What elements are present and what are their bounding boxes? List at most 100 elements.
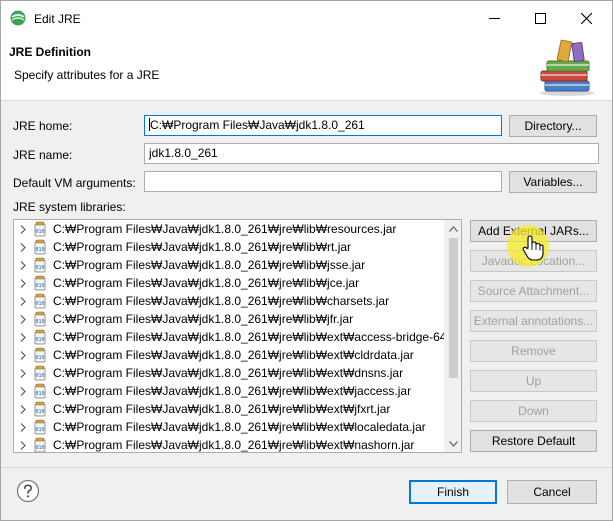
chevron-right-icon	[20, 350, 26, 360]
svg-text:010: 010	[35, 409, 44, 415]
external-annotations-button[interactable]: External annotations...	[470, 310, 597, 332]
maximize-icon	[534, 12, 546, 24]
close-button[interactable]	[563, 1, 609, 35]
jar-file-icon: 010	[34, 239, 46, 255]
libraries-label: JRE system libraries:	[13, 200, 126, 214]
chevron-right-icon	[20, 314, 26, 324]
library-path: C:₩Program Files₩Java₩jdk1.8.0_261₩jre₩l…	[53, 258, 366, 272]
chevron-right-icon	[20, 260, 26, 270]
up-button[interactable]: Up	[470, 370, 597, 392]
edit-jre-dialog: Edit JRE JRE Definition Specify attribut…	[0, 0, 613, 521]
library-item[interactable]: 010 C:₩Program Files₩Java₩jdk1.8.0_261₩jr…	[14, 328, 461, 346]
library-item[interactable]: 010 C:₩Program Files₩Java₩jdk1.8.0_261₩jr…	[14, 256, 445, 274]
expand-toggle[interactable]	[14, 364, 32, 382]
cancel-button[interactable]: Cancel	[507, 480, 597, 504]
library-path: C:₩Program Files₩Java₩jdk1.8.0_261₩jre₩l…	[53, 348, 414, 362]
expand-toggle[interactable]	[14, 256, 32, 274]
library-item[interactable]: 010 C:₩Program Files₩Java₩jdk1.8.0_261₩jr…	[14, 418, 445, 436]
expand-toggle[interactable]	[14, 292, 32, 310]
library-path: C:₩Program Files₩Java₩jdk1.8.0_261₩jre₩l…	[53, 330, 462, 344]
svg-text:010: 010	[35, 373, 44, 379]
chevron-down-icon	[449, 440, 458, 447]
library-item[interactable]: 010 C:₩Program Files₩Java₩jdk1.8.0_261₩jr…	[14, 238, 445, 256]
minimize-button[interactable]	[471, 1, 517, 35]
maximize-button[interactable]	[517, 1, 563, 35]
scroll-down-button[interactable]	[445, 435, 461, 452]
help-icon[interactable]	[16, 479, 40, 503]
expand-toggle[interactable]	[14, 418, 32, 436]
jar-file-icon: 010	[34, 437, 46, 452]
library-item[interactable]: 010 C:₩Program Files₩Java₩jdk1.8.0_261₩jr…	[14, 292, 445, 310]
down-button[interactable]: Down	[470, 400, 597, 422]
jar-file-icon: 010	[34, 383, 46, 399]
expand-toggle[interactable]	[14, 328, 32, 346]
library-item[interactable]: 010 C:₩Program Files₩Java₩jdk1.8.0_261₩jr…	[14, 310, 445, 328]
svg-text:010: 010	[35, 301, 44, 307]
directory-button[interactable]: Directory...	[509, 115, 597, 137]
expand-toggle[interactable]	[14, 220, 32, 238]
expand-toggle[interactable]	[14, 436, 32, 452]
header-banner: JRE Definition Specify attributes for a …	[1, 35, 612, 101]
library-item[interactable]: 010 C:₩Program Files₩Java₩jdk1.8.0_261₩jr…	[14, 220, 445, 238]
library-item[interactable]: 010 C:₩Program Files₩Java₩jdk1.8.0_261₩jr…	[14, 346, 445, 364]
scroll-up-button[interactable]	[445, 220, 461, 237]
jar-file-icon: 010	[34, 221, 46, 237]
source-attachment-button[interactable]: Source Attachment...	[470, 280, 597, 302]
chevron-right-icon	[20, 278, 26, 288]
restore-default-button[interactable]: Restore Default	[470, 430, 597, 452]
svg-text:010: 010	[35, 229, 44, 235]
svg-text:010: 010	[35, 337, 44, 343]
eclipse-icon	[10, 10, 26, 26]
expand-toggle[interactable]	[14, 274, 32, 292]
library-path: C:₩Program Files₩Java₩jdk1.8.0_261₩jre₩l…	[53, 402, 391, 416]
jar-file-icon: 010	[34, 293, 46, 309]
vertical-scrollbar[interactable]	[444, 220, 461, 452]
jre-name-label: JRE name:	[13, 148, 73, 162]
chevron-right-icon	[20, 440, 26, 450]
finish-button[interactable]: Finish	[409, 480, 497, 504]
library-item[interactable]: 010 C:₩Program Files₩Java₩jdk1.8.0_261₩jr…	[14, 274, 445, 292]
jar-file-icon: 010	[34, 347, 46, 363]
jar-file-icon: 010	[34, 329, 46, 345]
chevron-right-icon	[20, 368, 26, 378]
vm-args-label: Default VM arguments:	[13, 176, 136, 190]
library-path: C:₩Program Files₩Java₩jdk1.8.0_261₩jre₩l…	[53, 276, 360, 290]
expand-toggle[interactable]	[14, 346, 32, 364]
jar-file-icon: 010	[34, 365, 46, 381]
library-path: C:₩Program Files₩Java₩jdk1.8.0_261₩jre₩l…	[53, 240, 352, 254]
close-icon	[580, 12, 592, 24]
svg-text:010: 010	[35, 319, 44, 325]
library-path: C:₩Program Files₩Java₩jdk1.8.0_261₩jre₩l…	[53, 312, 354, 326]
libraries-tree[interactable]: 010 C:₩Program Files₩Java₩jdk1.8.0_261₩jr…	[13, 219, 462, 453]
svg-text:010: 010	[35, 391, 44, 397]
expand-toggle[interactable]	[14, 310, 32, 328]
jre-name-input[interactable]: jdk1.8.0_261	[144, 143, 599, 164]
expand-toggle[interactable]	[14, 382, 32, 400]
scroll-thumb[interactable]	[449, 238, 458, 378]
jre-home-input[interactable]: C:₩Program Files₩Java₩jdk1.8.0_261	[144, 115, 502, 136]
expand-toggle[interactable]	[14, 400, 32, 418]
library-path: C:₩Program Files₩Java₩jdk1.8.0_261₩jre₩l…	[53, 438, 415, 452]
expand-toggle[interactable]	[14, 238, 32, 256]
svg-text:010: 010	[35, 355, 44, 361]
svg-text:010: 010	[35, 247, 44, 253]
jar-file-icon: 010	[34, 401, 46, 417]
library-item[interactable]: 010 C:₩Program Files₩Java₩jdk1.8.0_261₩jr…	[14, 364, 445, 382]
chevron-right-icon	[20, 404, 26, 414]
window-title: Edit JRE	[34, 12, 81, 26]
svg-text:010: 010	[35, 283, 44, 289]
library-item[interactable]: 010 C:₩Program Files₩Java₩jdk1.8.0_261₩jr…	[14, 382, 445, 400]
minimize-icon	[488, 17, 500, 19]
title-bar: Edit JRE	[1, 1, 612, 35]
vm-args-input[interactable]	[144, 171, 502, 192]
remove-button[interactable]: Remove	[470, 340, 597, 362]
library-path: C:₩Program Files₩Java₩jdk1.8.0_261₩jre₩l…	[53, 420, 426, 434]
page-subtitle: Specify attributes for a JRE	[14, 68, 160, 82]
library-item[interactable]: 010 C:₩Program Files₩Java₩jdk1.8.0_261₩jr…	[14, 400, 445, 418]
page-title: JRE Definition	[9, 45, 92, 59]
chevron-right-icon	[20, 242, 26, 252]
library-item[interactable]: 010 C:₩Program Files₩Java₩jdk1.8.0_261₩jr…	[14, 436, 445, 452]
variables-button[interactable]: Variables...	[509, 171, 597, 193]
jre-home-label: JRE home:	[13, 119, 73, 133]
svg-text:010: 010	[35, 265, 44, 271]
